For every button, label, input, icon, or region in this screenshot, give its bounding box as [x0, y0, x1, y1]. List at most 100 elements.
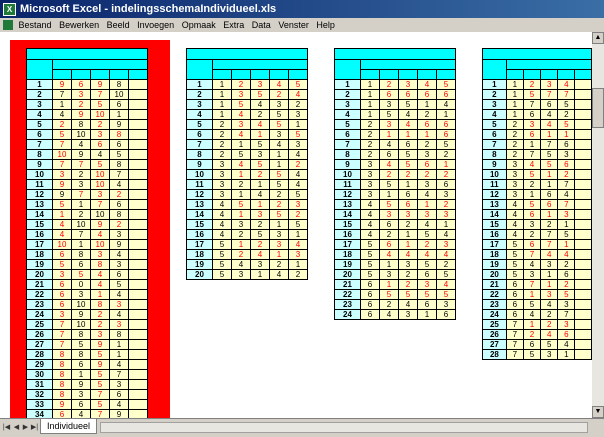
menu-data[interactable]: Data [252, 20, 271, 30]
value-cell: 2 [269, 189, 289, 200]
value-cell: 2 [71, 169, 91, 180]
value-cell: 5 [269, 119, 289, 130]
row-number: 10 [26, 169, 53, 180]
value-cell: 5 [557, 289, 576, 300]
value-cell: 4 [522, 309, 542, 320]
value-cell: 9 [90, 79, 110, 90]
table-row: 62611 [482, 129, 592, 140]
table-40-personen: 1 9 6 9 8 2 7 3 7 10 3 1 2 5 6 4 4 9 10 1 5 2 8 2 9 6 5 10 3 8 7 7 4 6 6 8 1… [26, 48, 148, 418]
value-cell: 3 [505, 189, 524, 200]
value-cell: 6 [505, 299, 524, 310]
value-cell: 5 [417, 259, 437, 270]
row-number: 3 [482, 99, 507, 110]
value-cell: 2 [398, 219, 418, 230]
value-cell: 4 [557, 339, 576, 350]
value-cell: 4 [109, 309, 129, 320]
last-sheet-icon[interactable]: ▶| [30, 422, 39, 433]
scroll-thumb[interactable] [592, 88, 604, 128]
value-cell: 2 [231, 249, 251, 260]
value-cell: 4 [109, 359, 129, 370]
scroll-up-icon[interactable]: ▲ [592, 32, 604, 44]
value-cell: 3 [90, 189, 110, 200]
menu-venster[interactable]: Venster [278, 20, 309, 30]
menu-opmaak[interactable]: Opmaak [182, 20, 216, 30]
value-cell: 5 [269, 209, 289, 220]
value-cell: 6 [109, 99, 129, 110]
row-number: 18 [186, 249, 213, 260]
value-cell: 5 [379, 199, 399, 210]
vertical-scrollbar[interactable]: ▲ ▼ [592, 32, 604, 418]
value-cell: 3 [250, 209, 270, 220]
value-cell: 6 [436, 89, 456, 100]
value-cell: 5 [109, 279, 129, 290]
value-cell: 5 [90, 379, 110, 390]
value-cell: 3 [360, 179, 380, 190]
value-cell: 3 [360, 189, 380, 200]
horizontal-scrollbar[interactable] [100, 422, 588, 433]
table-title [26, 48, 148, 60]
value-cell: 1 [250, 179, 270, 190]
row-number: 4 [26, 109, 53, 120]
next-sheet-icon[interactable]: ▶ [21, 422, 30, 433]
value-cell [574, 79, 592, 90]
value-cell: 1 [360, 99, 380, 110]
table-row: 825314 [186, 149, 308, 160]
value-cell: 4 [398, 249, 418, 260]
value-cell: 4 [231, 159, 251, 170]
value-cell: 1 [557, 219, 576, 230]
scroll-down-icon[interactable]: ▼ [592, 406, 604, 418]
value-cell: 6 [522, 339, 542, 350]
sheet-tab-individueel[interactable]: Individueel [40, 419, 98, 434]
table-row: 216666 [334, 89, 456, 100]
value-cell: 4 [109, 399, 129, 410]
round-header [436, 69, 456, 80]
menu-invoegen[interactable]: Invoegen [137, 20, 174, 30]
menu-help[interactable]: Help [316, 20, 335, 30]
value-cell [574, 139, 592, 150]
value-cell: 6 [379, 219, 399, 230]
workbook-icon[interactable] [3, 20, 13, 30]
value-cell: 10 [90, 239, 110, 250]
row-number: 9 [186, 159, 213, 170]
row-number: 7 [334, 139, 361, 150]
value-cell: 4 [505, 229, 524, 240]
value-cell: 3 [417, 179, 437, 190]
value-cell: 1 [398, 229, 418, 240]
value-cell: 3 [505, 169, 524, 180]
value-cell: 2 [269, 199, 289, 210]
table-row: 34 6 4 7 9 [26, 409, 148, 418]
value-cell: 1 [90, 289, 110, 300]
value-cell: 4 [269, 79, 289, 90]
value-cell: 4 [52, 109, 72, 120]
prev-sheet-icon[interactable]: ◀ [12, 422, 21, 433]
value-cell: 5 [90, 349, 110, 360]
value-cell: 2 [90, 319, 110, 330]
value-cell: 3 [398, 209, 418, 220]
menu-beeld[interactable]: Beeld [107, 20, 130, 30]
round-header [71, 69, 91, 80]
row-number: 22 [26, 289, 53, 300]
value-cell [128, 249, 148, 260]
value-cell: 8 [52, 379, 72, 390]
worksheet-area[interactable]: 1 9 6 9 8 2 7 3 7 10 3 1 2 5 6 4 4 9 10 1 5 2 8 2 9 6 5 10 3 8 7 7 4 6 6 8 1… [0, 32, 592, 418]
value-cell: 1 [505, 109, 524, 120]
value-cell: 3 [557, 299, 576, 310]
table-row: 28 8 8 5 1 [26, 349, 148, 360]
value-cell: 6 [109, 199, 129, 210]
menu-bewerken[interactable]: Bewerken [59, 20, 99, 30]
value-cell: 7 [557, 89, 576, 100]
value-cell: 6 [52, 279, 72, 290]
value-cell: 2 [522, 329, 542, 340]
value-cell: 4 [269, 139, 289, 150]
round-header [90, 69, 110, 80]
value-cell: 5 [250, 229, 270, 240]
first-sheet-icon[interactable]: |◀ [2, 422, 11, 433]
menu-extra[interactable]: Extra [223, 20, 244, 30]
row-number: 7 [482, 139, 507, 150]
table-row: 97758 [26, 159, 148, 170]
value-cell: 1 [398, 179, 418, 190]
no-header [26, 59, 53, 80]
menu-bestand[interactable]: Bestand [19, 20, 52, 30]
table-row: 13 5 1 7 6 [26, 199, 148, 210]
value-cell: 2 [436, 199, 456, 210]
